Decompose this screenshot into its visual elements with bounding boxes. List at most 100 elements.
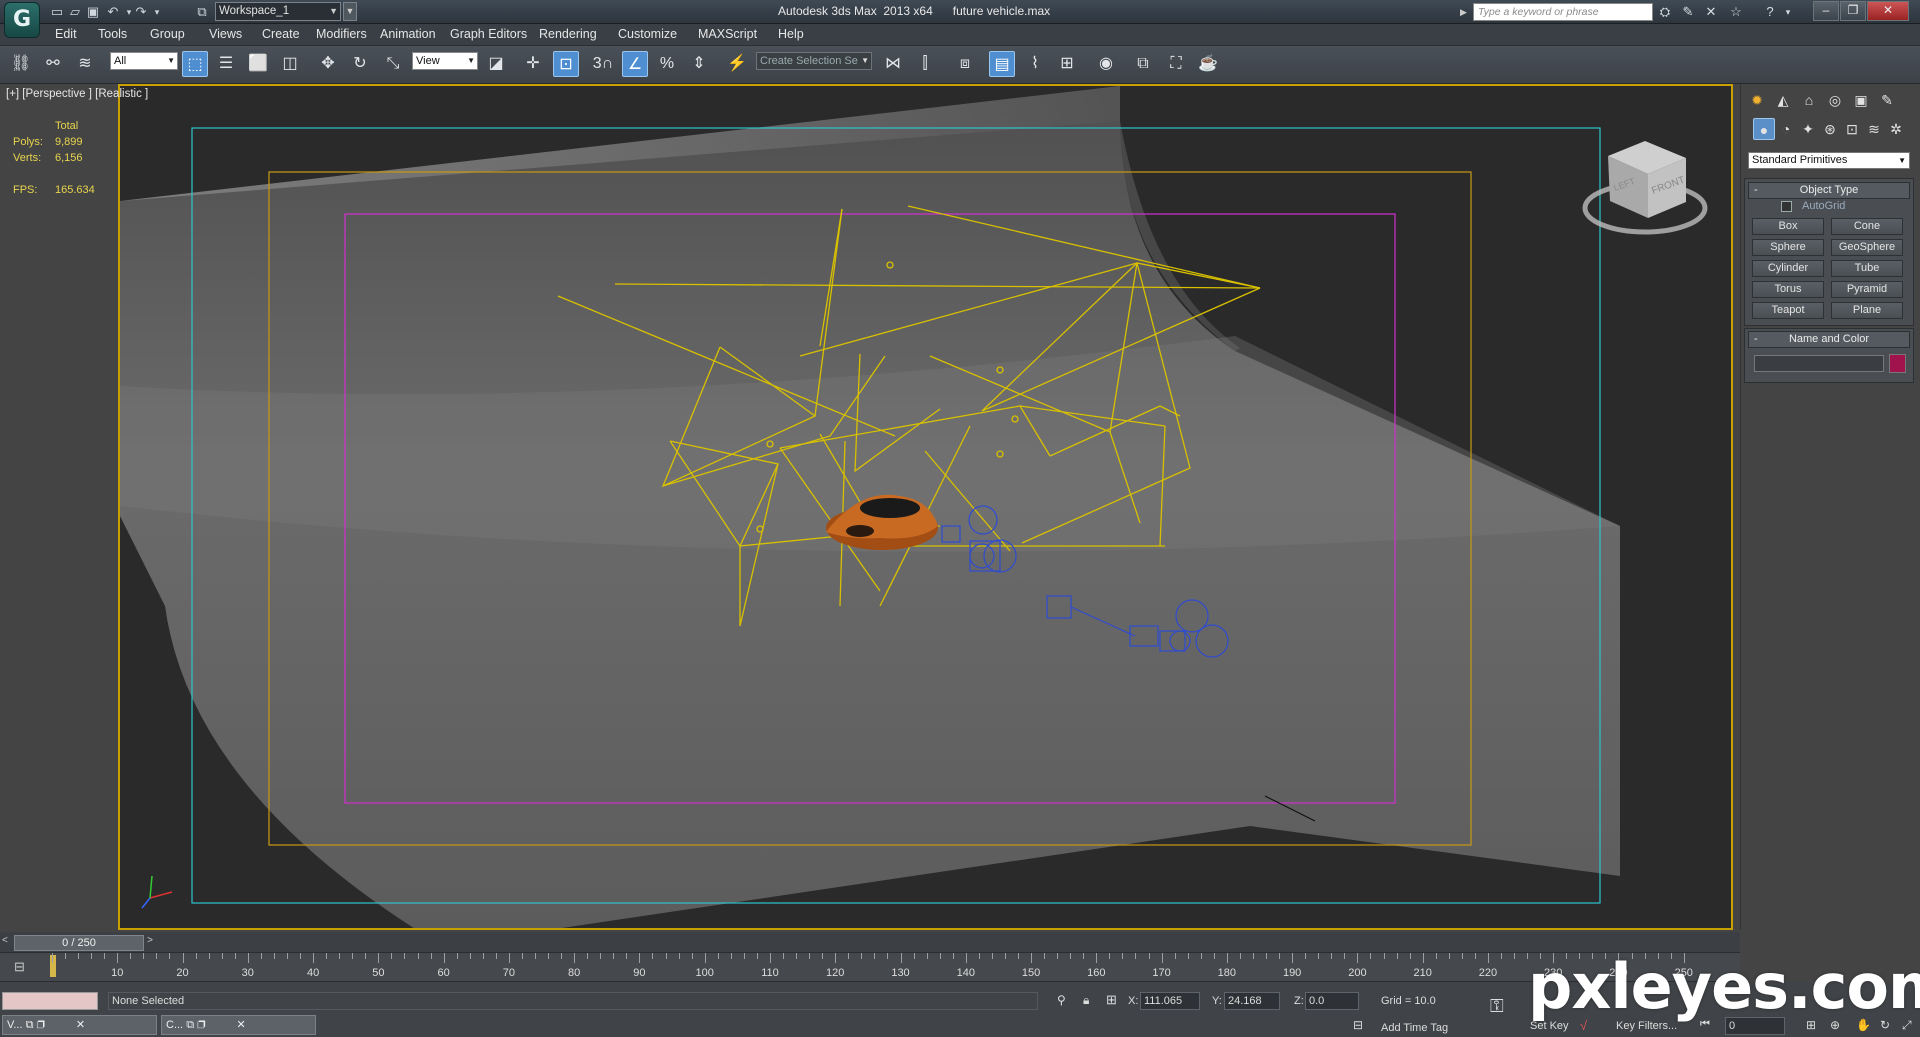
menu-edit[interactable]: Edit [55,27,77,41]
geosphere-button[interactable]: GeoSphere [1831,239,1903,256]
object-color-swatch[interactable] [1889,354,1906,373]
box-button[interactable]: Box [1752,218,1824,235]
name-and-color-header[interactable]: - Name and Color [1748,331,1910,348]
menu-help[interactable]: Help [778,27,804,41]
material-editor-icon[interactable]: ◉ [1093,51,1119,77]
hierarchy-tab-icon[interactable]: ⌂ [1798,89,1820,111]
select-object-icon[interactable]: ⬚ [182,51,208,77]
menu-create[interactable]: Create [262,27,300,41]
space-warps-category-icon[interactable]: ≋ [1863,118,1885,140]
helpers-category-icon[interactable]: ⊡ [1841,118,1863,140]
z-coordinate-input[interactable]: 0.0 [1305,992,1359,1010]
time-slider-track[interactable] [0,932,1740,952]
menu-maxscript[interactable]: MAXScript [698,27,757,41]
systems-category-icon[interactable]: ✲ [1885,118,1907,140]
quick-access-customize-button[interactable]: ▼ [343,2,357,21]
spinner-snap-toggle-icon[interactable]: ⇕ [686,51,712,77]
time-tag-icon[interactable]: ⊟ [1353,1018,1363,1032]
select-and-manipulate-icon[interactable]: ✛ [520,51,546,77]
time-slider[interactable]: 0 / 250 [14,935,144,951]
rectangular-selection-icon[interactable]: ⬜ [245,51,271,77]
shapes-category-icon[interactable]: ◔ [1775,118,1797,140]
search-expand-icon[interactable]: ▶ [1460,3,1472,21]
binoculars-icon[interactable]: ⛭ [1655,3,1675,21]
torus-button[interactable]: Torus [1752,281,1824,298]
edit-named-selection-icon[interactable]: ⚡ [724,51,750,77]
utilities-tab-icon[interactable]: ✎ [1876,89,1898,111]
select-and-scale-icon[interactable]: ⤡ [380,51,406,77]
graphite-modeling-tools-icon[interactable]: ▤ [989,51,1015,77]
minimized-window-c[interactable]: C... ⧉ ❐ ✕ [161,1015,316,1035]
set-key-mode-icon[interactable]: ⚿ [1490,996,1504,1017]
reference-coordinate-dropdown[interactable]: View ▼ [412,52,478,70]
open-file-icon[interactable]: ▱ [66,3,84,21]
cone-button[interactable]: Cone [1831,218,1903,235]
plane-button[interactable]: Plane [1831,302,1903,319]
motion-tab-icon[interactable]: ◎ [1824,89,1846,111]
menu-animation[interactable]: Animation [380,27,436,41]
named-selection-set-dropdown[interactable]: Create Selection Se ▼ [756,52,872,70]
search-input[interactable]: Type a keyword or phrase [1473,3,1653,21]
communication-center-icon[interactable]: ✕ [1701,3,1721,21]
add-time-tag[interactable]: Add Time Tag [1381,1022,1448,1034]
select-and-move-icon[interactable]: ✥ [315,51,341,77]
keyboard-shortcut-override-icon[interactable]: ⊡ [553,51,579,77]
menu-tools[interactable]: Tools [98,27,127,41]
cameras-category-icon[interactable]: ⊛ [1819,118,1841,140]
sphere-button[interactable]: Sphere [1752,239,1824,256]
menu-views[interactable]: Views [209,27,242,41]
create-tab-icon[interactable]: ✹ [1746,89,1768,111]
close-button[interactable]: ✕ [1867,1,1909,21]
select-by-name-icon[interactable]: ☰ [213,51,239,77]
menu-graph-editors[interactable]: Graph Editors [450,27,527,41]
angle-snap-toggle-icon[interactable]: ∠ [622,51,648,77]
snaps-toggle-icon[interactable]: 3∩ [590,51,616,77]
workspace-dropdown[interactable]: Workspace_1 ▼ [215,2,341,21]
layer-manager-icon[interactable]: ⧈ [952,51,978,77]
help-dropdown-icon[interactable]: ▾ [1778,3,1798,21]
maxscript-listener-mini[interactable] [2,992,98,1010]
new-file-icon[interactable]: ▭ [48,3,66,21]
menu-group[interactable]: Group [150,27,185,41]
select-and-rotate-icon[interactable]: ↻ [347,51,373,77]
track-bar[interactable]: ⊟ 10 20 30 40 50 60 70 80 90 100 110 120 130 140 150 16… [0,952,1740,982]
curve-editor-icon[interactable]: ⌇ [1022,51,1048,77]
schematic-view-icon[interactable]: ⊞ [1054,51,1080,77]
viewport-label-menu[interactable]: [+] [Perspective ] [Realistic ] [6,88,148,100]
menu-modifiers[interactable]: Modifiers [316,27,367,41]
bind-to-space-warp-icon[interactable]: ≋ [72,51,98,77]
favorites-star-icon[interactable]: ☆ [1726,3,1746,21]
lights-category-icon[interactable]: ✦ [1797,118,1819,140]
cylinder-button[interactable]: Cylinder [1752,260,1824,277]
object-name-input[interactable] [1754,355,1884,372]
render-production-icon[interactable]: ☕ [1195,51,1221,77]
absolute-transform-icon[interactable]: ⊞ [1106,992,1117,1008]
restore-button[interactable]: ❐ [1840,1,1866,21]
redo-dropdown-icon[interactable]: ▾ [148,3,166,21]
display-tab-icon[interactable]: ▣ [1850,89,1872,111]
previous-frame-icon[interactable]: < [2,935,14,951]
subscription-center-icon[interactable]: ✎ [1678,3,1698,21]
menu-customize[interactable]: Customize [618,27,677,41]
mirror-icon[interactable]: ⋈ [880,51,906,77]
tube-button[interactable]: Tube [1831,260,1903,277]
select-and-link-icon[interactable]: ⛓ [8,51,34,77]
unlink-selection-icon[interactable]: ⚯ [40,51,66,77]
pivot-center-icon[interactable]: ◪ [483,51,509,77]
isolate-selection-icon[interactable]: ⚲ [1057,993,1066,1007]
window-crossing-icon[interactable]: ◫ [277,51,303,77]
align-icon[interactable]: ⫿ [912,51,938,77]
project-folder-icon[interactable]: ⧉ [193,3,211,21]
mini-curve-editor-icon[interactable]: ⊟ [14,959,25,975]
application-button[interactable]: G [4,2,40,38]
selection-lock-icon[interactable]: 🔒︎ [1083,993,1089,1008]
pyramid-button[interactable]: Pyramid [1831,281,1903,298]
minimize-button[interactable]: – [1813,1,1839,21]
modify-tab-icon[interactable]: ◭ [1772,89,1794,111]
percent-snap-toggle-icon[interactable]: % [654,51,680,77]
menu-rendering[interactable]: Rendering [539,27,597,41]
perspective-viewport[interactable]: LEFT FRONT [118,84,1733,930]
y-coordinate-input[interactable]: 24.168 [1224,992,1280,1010]
selection-filter-dropdown[interactable]: All ▼ [110,52,178,70]
help-icon[interactable]: ? [1760,3,1780,21]
